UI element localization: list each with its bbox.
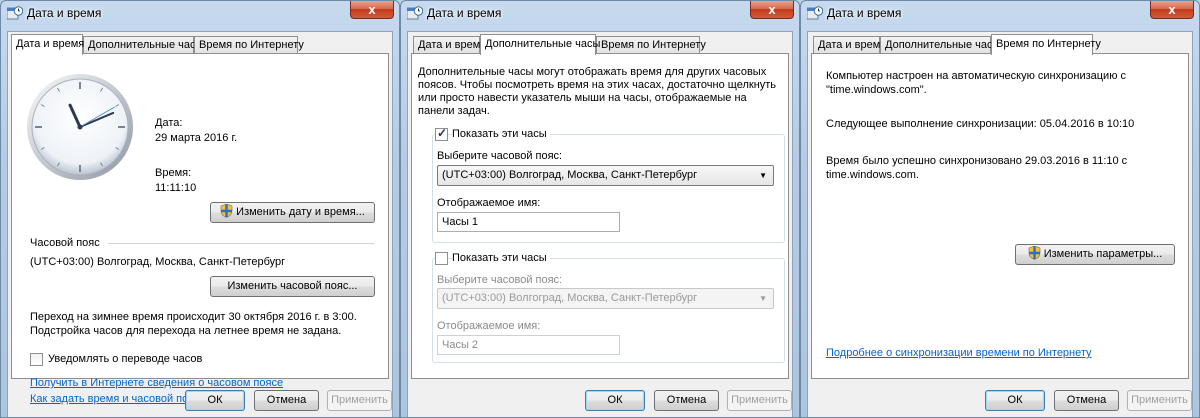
clock1-name-input[interactable]: Часы 1 xyxy=(437,212,620,232)
clock2-name-input[interactable]: Часы 2 xyxy=(437,335,620,355)
change-date-time-label: Изменить дату и время... xyxy=(236,206,365,218)
change-timezone-button[interactable]: Изменить часовой пояс... xyxy=(210,276,375,297)
tab-additional-clocks[interactable]: Дополнительные часы xyxy=(880,36,1000,54)
apply-button[interactable]: Применить xyxy=(327,390,392,411)
sync-info-line-1: Компьютер настроен на автоматическую син… xyxy=(826,70,1127,82)
timezone-info-link[interactable]: Получить в Интернете сведения о часовом … xyxy=(30,377,283,389)
intro-line-4: панели задач. xyxy=(418,105,490,117)
next-sync-text: Следующее выполнение синхронизации: 05.0… xyxy=(826,118,1135,130)
tab-date-time[interactable]: Дата и время xyxy=(413,36,486,54)
close-icon: x xyxy=(368,2,376,17)
ok-button[interactable]: ОК xyxy=(585,390,645,411)
tab-pane-date-time: Дата: 29 марта 2016 г. Время: 11:11:10 И… xyxy=(11,53,389,405)
datetime-app-icon xyxy=(807,6,823,20)
clock2-timezone-label: Выберите часовой пояс: xyxy=(437,274,563,286)
notify-checkbox-label[interactable]: Уведомлять о переводе часов xyxy=(48,353,202,365)
dst-info-line-2: Подстройка часов для перехода на летнее … xyxy=(30,325,342,337)
change-date-time-button[interactable]: Изменить дату и время... xyxy=(210,202,375,223)
clock1-show-label[interactable]: Показать эти часы xyxy=(452,128,550,140)
last-sync-line-1: Время было успешно синхронизовано 29.03.… xyxy=(826,155,1128,167)
intro-line-3: или просто навести указатель мыши на час… xyxy=(418,92,747,104)
tab-additional-clocks[interactable]: Дополнительные часы xyxy=(83,36,203,54)
ok-button[interactable]: ОК xyxy=(185,390,245,411)
sync-info-line-2: "time.windows.com". xyxy=(826,84,927,96)
title-bar[interactable]: Дата и время x xyxy=(401,1,799,25)
analog-clock xyxy=(27,74,133,180)
clock2-timezone-select[interactable]: (UTC+03:00) Волгоград, Москва, Санкт-Пет… xyxy=(437,288,774,309)
clock2-timezone-value: (UTC+03:00) Волгоград, Москва, Санкт-Пет… xyxy=(442,292,698,304)
date-value: 29 марта 2016 г. xyxy=(155,132,238,144)
timezone-value: (UTC+03:00) Волгоград, Москва, Санкт-Пет… xyxy=(30,256,286,268)
time-value: 11:11:10 xyxy=(155,182,197,194)
ok-button[interactable]: ОК xyxy=(985,390,1045,411)
close-button[interactable]: x xyxy=(350,1,394,19)
clock1-name-label: Отображаемое имя: xyxy=(437,197,541,209)
title-bar[interactable]: Дата и время x xyxy=(1,1,399,25)
time-label: Время: xyxy=(155,167,192,179)
intro-line-1: Дополнительные часы могут отображать вре… xyxy=(418,66,767,78)
tab-pane-internet-time: Компьютер настроен на автоматическую син… xyxy=(811,53,1189,379)
close-button[interactable]: x xyxy=(750,1,794,19)
tab-date-time[interactable]: Дата и время xyxy=(11,34,84,55)
uac-shield-icon xyxy=(1028,246,1041,260)
clock2-show-checkbox[interactable] xyxy=(435,252,448,265)
close-button[interactable]: x xyxy=(1150,1,1194,19)
window-title: Дата и время xyxy=(827,6,902,20)
clock1-timezone-select[interactable]: (UTC+03:00) Волгоград, Москва, Санкт-Пет… xyxy=(437,165,774,186)
title-bar[interactable]: Дата и время x xyxy=(801,1,1199,25)
tab-date-time[interactable]: Дата и время xyxy=(813,36,886,54)
clock1-timezone-label: Выберите часовой пояс: xyxy=(437,150,563,162)
tab-internet-time[interactable]: Время по Интернету xyxy=(991,34,1101,55)
clock1-show-checkbox[interactable] xyxy=(435,126,448,141)
cancel-button[interactable]: Отмена xyxy=(654,390,719,411)
tab-internet-time[interactable]: Время по Интернету xyxy=(596,36,706,54)
timezone-divider xyxy=(108,243,374,244)
apply-button[interactable]: Применить xyxy=(727,390,792,411)
dst-info-line-1: Переход на зимнее время происходит 30 ок… xyxy=(30,311,357,323)
internet-sync-more-link[interactable]: Подробнее о синхронизации времени по Инт… xyxy=(826,347,1092,359)
change-settings-button[interactable]: Изменить параметры... xyxy=(1015,244,1175,265)
last-sync-line-2: time.windows.com. xyxy=(826,169,919,181)
close-icon: x xyxy=(1168,2,1176,17)
timezone-heading: Часовой пояс xyxy=(30,237,100,249)
apply-button[interactable]: Применить xyxy=(1127,390,1192,411)
datetime-window-1: Дата и время x Дата и время Дополнительн… xyxy=(0,0,400,418)
window-title: Дата и время xyxy=(427,6,502,20)
window-title: Дата и время xyxy=(27,6,102,20)
dropdown-arrow-icon: ▼ xyxy=(759,171,767,180)
cancel-button[interactable]: Отмена xyxy=(254,390,319,411)
intro-line-2: поясов. Чтобы посмотреть время на этих ч… xyxy=(418,79,777,91)
date-label: Дата: xyxy=(155,117,183,129)
clock2-show-label[interactable]: Показать эти часы xyxy=(452,252,550,264)
clock1-timezone-value: (UTC+03:00) Волгоград, Москва, Санкт-Пет… xyxy=(442,169,698,181)
tab-internet-time[interactable]: Время по Интернету xyxy=(194,36,304,54)
datetime-window-2: Дата и время x Дата и время Дополнительн… xyxy=(400,0,800,418)
uac-shield-icon xyxy=(220,204,233,218)
change-settings-label: Изменить параметры... xyxy=(1043,248,1163,260)
close-icon: x xyxy=(768,2,776,17)
dialog-client: Дата и время Дополнительные часы Время п… xyxy=(807,31,1193,417)
datetime-app-icon xyxy=(407,6,423,20)
datetime-app-icon xyxy=(7,6,23,20)
dialog-client: Дата и время Дополнительные часы Время п… xyxy=(7,31,393,417)
dropdown-arrow-icon: ▼ xyxy=(759,294,767,303)
tab-additional-clocks[interactable]: Дополнительные часы xyxy=(480,34,600,55)
notify-checkbox[interactable] xyxy=(30,353,43,366)
how-to-set-time-link[interactable]: Как задать время и часовой пояс? xyxy=(30,393,206,405)
dialog-client: Дата и время Дополнительные часы Время п… xyxy=(407,31,793,417)
clock2-name-label: Отображаемое имя: xyxy=(437,320,541,332)
datetime-window-3: Дата и время x Дата и время Дополнительн… xyxy=(800,0,1200,418)
tab-pane-additional-clocks: Дополнительные часы могут отображать вре… xyxy=(411,53,789,379)
cancel-button[interactable]: Отмена xyxy=(1054,390,1119,411)
